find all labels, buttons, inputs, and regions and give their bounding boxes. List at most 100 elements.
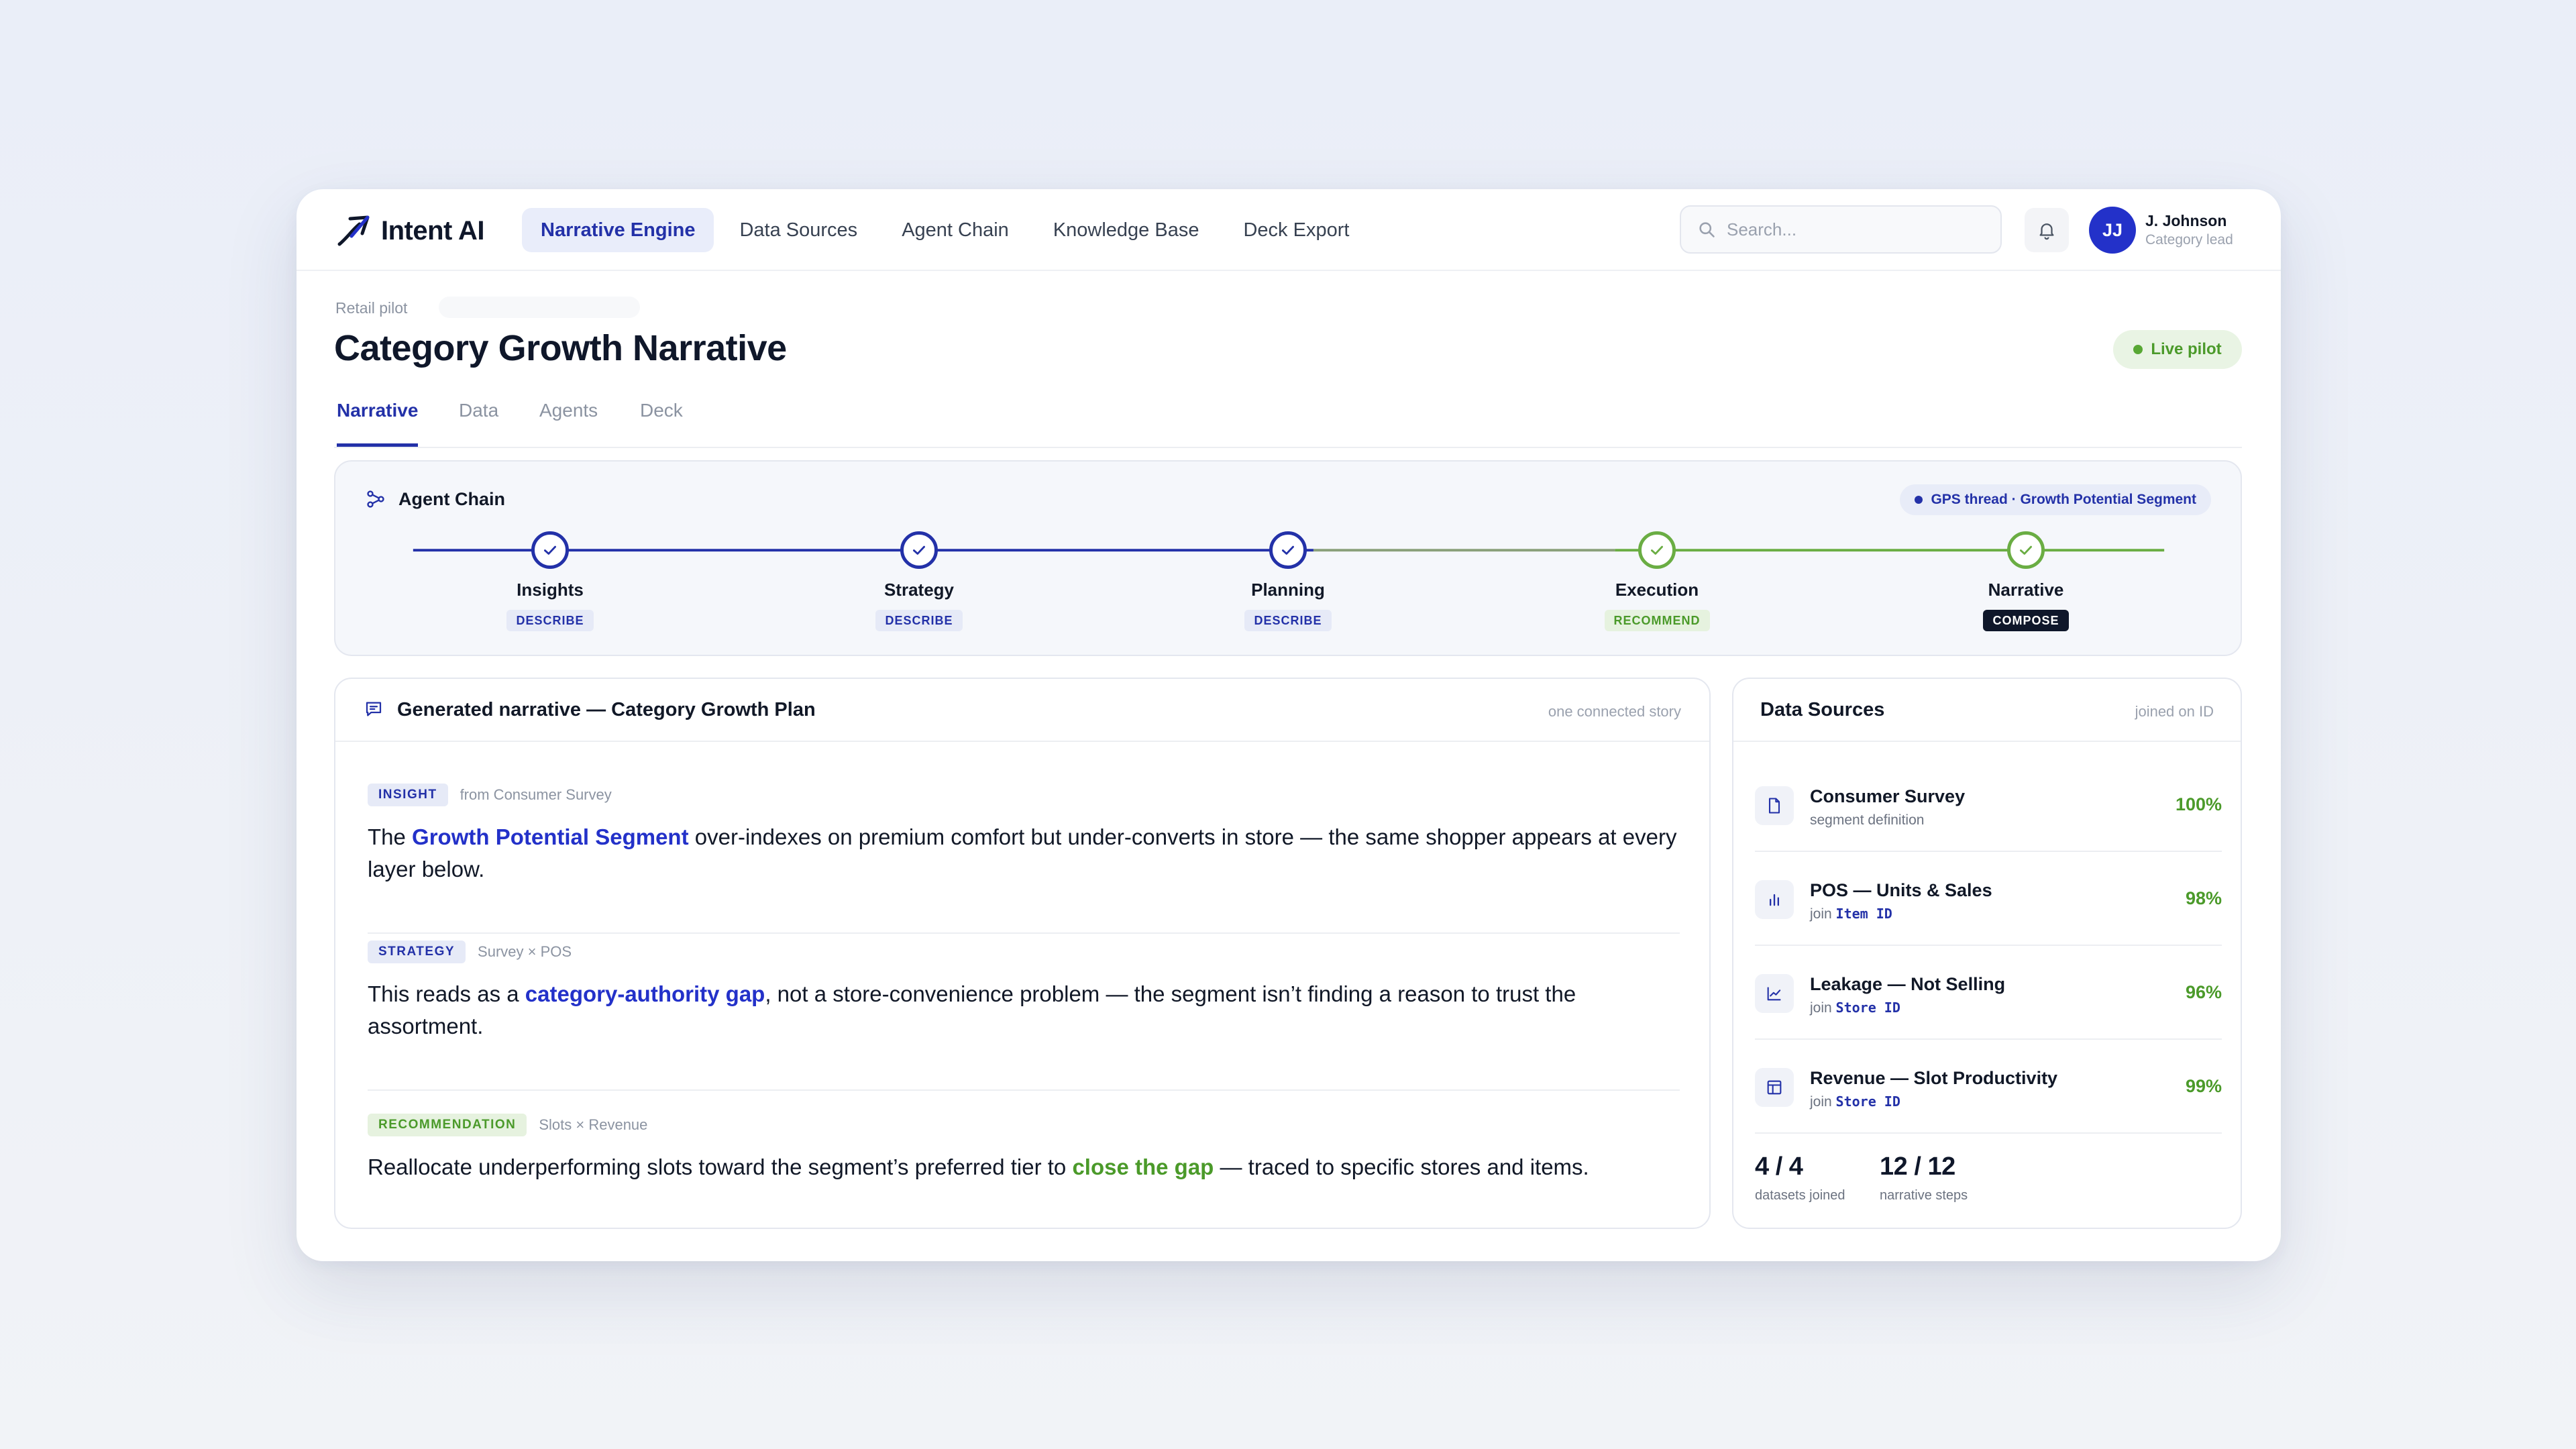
block-tag: STRATEGY xyxy=(368,941,466,963)
ds-name: Leakage — Not Selling xyxy=(1810,974,2006,994)
nav-agent-chain[interactable]: Agent Chain xyxy=(883,208,1028,252)
search-input[interactable] xyxy=(1727,219,1982,240)
step-label: Insights xyxy=(517,580,584,600)
nav-deck-export[interactable]: Deck Export xyxy=(1224,208,1368,252)
chain-step-planning[interactable]: Planning DESCRIBE xyxy=(1187,531,1389,631)
tab-bar: Narrative Data Agents Deck xyxy=(334,394,2242,448)
user-role: Category lead xyxy=(2145,232,2233,248)
layout-icon xyxy=(1767,1080,1782,1095)
bell-icon xyxy=(2039,223,2054,240)
stat-value: 4 / 4 xyxy=(1755,1152,1803,1181)
data-source-row[interactable]: Leakage — Not Selling join Store ID 96% xyxy=(1755,946,2222,1040)
agent-chain-title: Agent Chain xyxy=(398,488,505,509)
main-nav: Narrative Engine Data Sources Agent Chai… xyxy=(522,208,1368,252)
notifications-button[interactable] xyxy=(2025,208,2069,252)
narrative-block-recommendation[interactable]: RECOMMENDATION Slots × Revenue Reallocat… xyxy=(368,1114,1680,1183)
ds-icon xyxy=(1755,786,1794,825)
text-segment: Reallocate underperforming slots toward … xyxy=(368,1155,1073,1179)
logo-arrow-icon xyxy=(337,215,370,246)
block-meta: STRATEGY Survey × POS xyxy=(368,941,1680,963)
check-icon xyxy=(2020,545,2032,555)
chain-step-insights[interactable]: Insights DESCRIBE xyxy=(449,531,651,631)
ds-sub-text: join xyxy=(1810,1094,1836,1110)
nav-narrative-engine[interactable]: Narrative Engine xyxy=(522,208,714,252)
tab-agents[interactable]: Agents xyxy=(539,400,598,447)
logo[interactable]: Intent AI xyxy=(335,211,485,251)
chain-step-execution[interactable]: Execution RECOMMEND xyxy=(1556,531,1758,631)
breadcrumb-placeholder xyxy=(439,297,640,318)
text-segment: The xyxy=(368,824,413,849)
ds-join-key: Item ID xyxy=(1835,906,1892,922)
data-source-row[interactable]: POS — Units & Sales join Item ID 98% xyxy=(1755,852,2222,946)
status-label: Live pilot xyxy=(2151,340,2222,358)
agent-chain-card: Agent Chain GPS thread · Growth Potentia… xyxy=(334,460,2242,656)
highlight-link[interactable]: close the gap xyxy=(1072,1155,1214,1179)
check-icon xyxy=(913,545,925,555)
bar-chart-icon xyxy=(1770,894,1779,906)
ds-sub: join Item ID xyxy=(1810,906,1892,922)
block-text: This reads as a category-authority gap, … xyxy=(368,978,1680,1042)
status-badge: Live pilot xyxy=(2113,330,2242,369)
narrative-block-strategy[interactable]: STRATEGY Survey × POS This reads as a ca… xyxy=(368,941,1680,1042)
breadcrumb[interactable]: Retail pilot xyxy=(335,299,407,317)
ds-match-pct: 98% xyxy=(2185,888,2222,908)
step-circle xyxy=(900,531,938,569)
message-icon xyxy=(366,702,382,716)
document-icon xyxy=(1768,798,1780,814)
nav-data-sources[interactable]: Data Sources xyxy=(720,208,876,252)
app-window: Intent AI Narrative Engine Data Sources … xyxy=(297,189,2281,1261)
check-icon xyxy=(1651,545,1663,555)
chain-step-narrative[interactable]: Narrative COMPOSE xyxy=(1925,531,2127,631)
text-segment: This reads as a xyxy=(368,981,525,1006)
step-label: Strategy xyxy=(883,580,955,600)
data-source-row[interactable]: Revenue — Slot Productivity join Store I… xyxy=(1755,1040,2222,1134)
avatar[interactable]: JJ xyxy=(2089,207,2136,254)
top-nav: Intent AI Narrative Engine Data Sources … xyxy=(297,189,2281,271)
tab-narrative[interactable]: Narrative xyxy=(337,400,419,447)
thread-badge[interactable]: GPS thread · Growth Potential Segment xyxy=(1900,484,2211,515)
data-sources-header: Data Sources joined on ID xyxy=(1733,679,2241,742)
step-circle xyxy=(1269,531,1307,569)
highlight-link[interactable]: category-authority gap xyxy=(525,981,765,1006)
ds-name: Consumer Survey xyxy=(1810,786,1966,806)
check-icon xyxy=(544,545,556,555)
block-source: Slots × Revenue xyxy=(539,1116,648,1133)
ds-sub: join Store ID xyxy=(1810,1000,1900,1016)
step-circle xyxy=(2007,531,2045,569)
stat-label: narrative steps xyxy=(1880,1188,1968,1203)
block-meta: RECOMMENDATION Slots × Revenue xyxy=(368,1114,1680,1136)
block-tag: RECOMMENDATION xyxy=(368,1114,527,1136)
ds-match-pct: 96% xyxy=(2185,982,2222,1002)
thread-label: GPS thread · Growth Potential Segment xyxy=(1931,492,2196,507)
nav-knowledge-base[interactable]: Knowledge Base xyxy=(1034,208,1218,252)
agent-chain-icon xyxy=(367,490,384,508)
block-source: Survey × POS xyxy=(478,943,572,960)
step-label: Planning xyxy=(1251,580,1325,600)
narrative-card: Generated narrative — Category Growth Pl… xyxy=(334,678,1711,1229)
agent-chain-header: Agent Chain xyxy=(365,488,505,510)
block-source: from Consumer Survey xyxy=(460,786,612,803)
text-segment: — traced to specific stores and items. xyxy=(1214,1155,1589,1179)
block-text: Reallocate underperforming slots toward … xyxy=(368,1151,1680,1183)
ds-sub-text: segment definition xyxy=(1810,812,1925,828)
step-tag: DESCRIBE xyxy=(506,610,594,631)
stat-label: datasets joined xyxy=(1755,1188,1845,1203)
ds-sub-text: join xyxy=(1810,1000,1836,1016)
data-sources-card: Data Sources joined on ID Consumer Surve… xyxy=(1732,678,2242,1229)
check-icon xyxy=(1282,545,1294,555)
search-box[interactable] xyxy=(1680,205,2002,254)
tab-deck[interactable]: Deck xyxy=(640,400,683,447)
ds-sub: segment definition xyxy=(1810,812,1924,828)
data-source-row[interactable]: Consumer Survey segment definition 100% xyxy=(1755,758,2222,852)
chain-step-strategy[interactable]: Strategy DESCRIBE xyxy=(818,531,1020,631)
narrative-block-insight[interactable]: INSIGHT from Consumer Survey The Growth … xyxy=(368,784,1680,885)
ds-match-pct: 99% xyxy=(2185,1076,2222,1096)
data-sources-title: Data Sources xyxy=(1760,699,1885,720)
stat-value: 12 / 12 xyxy=(1880,1152,1955,1181)
step-circle xyxy=(531,531,569,569)
ds-join-key: Store ID xyxy=(1835,1093,1900,1110)
ds-name: Revenue — Slot Productivity xyxy=(1810,1068,2058,1088)
block-text: The Growth Potential Segment over-indexe… xyxy=(368,821,1680,885)
highlight-link[interactable]: Growth Potential Segment xyxy=(412,824,689,849)
tab-data[interactable]: Data xyxy=(459,400,498,447)
